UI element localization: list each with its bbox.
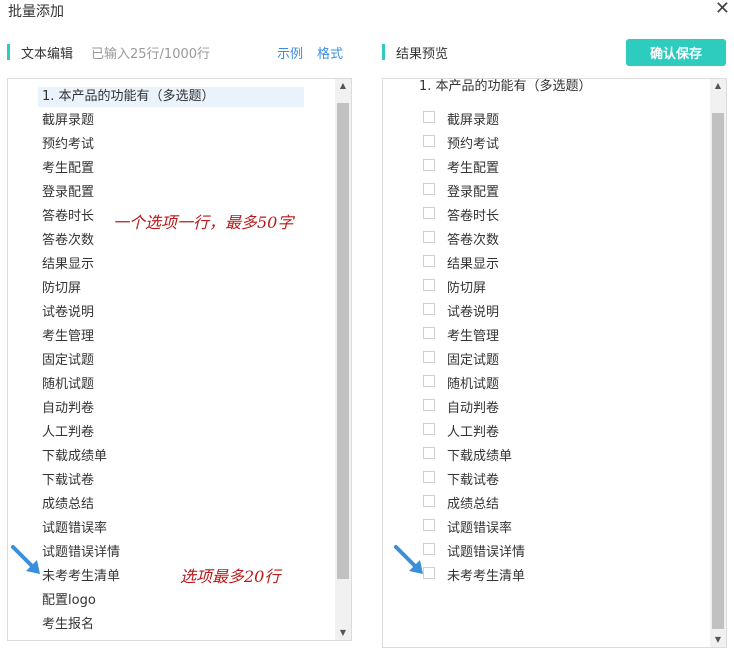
scroll-down-icon[interactable]: ▼ bbox=[335, 626, 351, 640]
option-label: 未考考生清单 bbox=[447, 569, 526, 584]
editor-line: 考生配置 bbox=[42, 161, 95, 176]
dialog-title-bar: 批量添加 ✕ bbox=[0, 0, 734, 22]
editor-line: 防切屏 bbox=[42, 281, 82, 296]
option-label: 试题错误率 bbox=[447, 521, 513, 536]
option-label: 成绩总结 bbox=[447, 497, 500, 512]
editor-line: 截屏录题 bbox=[42, 113, 95, 128]
option-label: 考生管理 bbox=[447, 329, 500, 344]
option-label: 截屏录题 bbox=[447, 113, 500, 128]
option-label: 自动判卷 bbox=[447, 401, 500, 416]
option-checkbox[interactable] bbox=[423, 111, 435, 123]
option-checkbox[interactable] bbox=[423, 423, 435, 435]
preview-question: 1. 本产品的功能有（多选题） bbox=[419, 79, 592, 94]
option-label: 试题错误详情 bbox=[447, 545, 526, 560]
option-checkbox[interactable] bbox=[423, 471, 435, 483]
option-checkbox[interactable] bbox=[423, 135, 435, 147]
option-checkbox[interactable] bbox=[423, 231, 435, 243]
editor-line: 结果显示 bbox=[42, 257, 95, 272]
option-label: 答卷时长 bbox=[447, 209, 500, 224]
editor-line: 登录配置 bbox=[42, 185, 95, 200]
option-label: 人工判卷 bbox=[447, 425, 500, 440]
editor-line: 下载试卷 bbox=[42, 473, 95, 488]
option-checkbox[interactable] bbox=[423, 375, 435, 387]
preview-header: 结果预览 bbox=[382, 42, 602, 62]
option-checkbox[interactable] bbox=[423, 207, 435, 219]
editor-accent-bar bbox=[7, 44, 10, 60]
option-label: 预约考试 bbox=[447, 137, 500, 152]
preview-title: 结果预览 bbox=[396, 47, 449, 62]
option-checkbox[interactable] bbox=[423, 519, 435, 531]
option-checkbox[interactable] bbox=[423, 495, 435, 507]
option-checkbox[interactable] bbox=[423, 279, 435, 291]
pointer-arrow-icon bbox=[394, 545, 423, 574]
close-icon[interactable]: ✕ bbox=[715, 0, 730, 19]
option-label: 结果显示 bbox=[447, 257, 500, 272]
option-label: 答卷次数 bbox=[447, 233, 500, 248]
option-label: 登录配置 bbox=[447, 185, 500, 200]
scroll-up-icon[interactable]: ▲ bbox=[335, 79, 351, 93]
option-label: 下载成绩单 bbox=[447, 449, 513, 464]
editor-line: 固定试题 bbox=[42, 353, 95, 368]
annotation-max-rows: 选项最多20行 bbox=[180, 567, 281, 586]
example-link[interactable]: 示例 bbox=[277, 43, 303, 62]
editor-scrollbar[interactable]: ▲ ▼ bbox=[335, 79, 351, 640]
preview-scrollbar[interactable]: ▲ ▼ bbox=[710, 79, 726, 647]
option-label: 下载试卷 bbox=[447, 473, 500, 488]
option-checkbox[interactable] bbox=[423, 303, 435, 315]
editor-line: 预约考试 bbox=[42, 137, 95, 152]
preview-scroll-thumb[interactable] bbox=[712, 113, 724, 629]
option-checkbox[interactable] bbox=[423, 159, 435, 171]
editor-line: 随机试题 bbox=[42, 377, 95, 392]
editor-header: 文本编辑 已输入25行/1000行 示例 格式 bbox=[7, 42, 357, 62]
editor-line: 试题错误率 bbox=[42, 521, 108, 536]
editor-line: 试题错误详情 bbox=[42, 545, 121, 560]
option-checkbox[interactable] bbox=[423, 399, 435, 411]
editor-line: 配置logo bbox=[42, 593, 96, 608]
text-editor[interactable]: ▲ ▼ 1. 本产品的功能有（多选题） 截屏录题预约考试考生配置登录配置答卷时长答… bbox=[7, 78, 352, 641]
editor-line: 试卷说明 bbox=[42, 305, 95, 320]
line-count: 已输入25行/1000行 bbox=[91, 47, 211, 62]
option-checkbox[interactable] bbox=[423, 255, 435, 267]
option-label: 考生配置 bbox=[447, 161, 500, 176]
option-label: 随机试题 bbox=[447, 377, 500, 392]
option-label: 试卷说明 bbox=[447, 305, 500, 320]
editor-line: 答卷次数 bbox=[42, 233, 95, 248]
editor-title: 文本编辑 bbox=[21, 47, 74, 62]
option-label: 固定试题 bbox=[447, 353, 500, 368]
editor-line: 成绩总结 bbox=[42, 497, 95, 512]
option-checkbox[interactable] bbox=[423, 351, 435, 363]
annotation-one-per-line: 一个选项一行，最多50字 bbox=[113, 213, 294, 232]
preview-accent-bar bbox=[382, 44, 385, 60]
result-preview: 1. 本产品的功能有（多选题） ▲ ▼ 截屏录题预约考试考生配置登录配置答卷时长… bbox=[382, 78, 727, 648]
scroll-down-icon[interactable]: ▼ bbox=[710, 633, 726, 647]
dialog-title: 批量添加 bbox=[8, 4, 64, 20]
editor-line: 人工判卷 bbox=[42, 425, 95, 440]
option-checkbox[interactable] bbox=[423, 183, 435, 195]
editor-line: 答卷时长 bbox=[42, 209, 95, 224]
editor-line: 下载成绩单 bbox=[42, 449, 108, 464]
editor-line: 未考考生清单 bbox=[42, 569, 121, 584]
format-link[interactable]: 格式 bbox=[317, 43, 343, 62]
editor-line: 考生报名 bbox=[42, 617, 95, 632]
option-checkbox[interactable] bbox=[423, 327, 435, 339]
editor-line: 自动判卷 bbox=[42, 401, 95, 416]
scroll-up-icon[interactable]: ▲ bbox=[710, 79, 726, 93]
option-checkbox[interactable] bbox=[423, 447, 435, 459]
editor-line-question: 1. 本产品的功能有（多选题） bbox=[38, 87, 304, 107]
editor-line: 考生管理 bbox=[42, 329, 95, 344]
option-label: 防切屏 bbox=[447, 281, 487, 296]
editor-scroll-thumb[interactable] bbox=[337, 103, 349, 579]
pointer-arrow-icon bbox=[11, 545, 40, 574]
confirm-save-button[interactable]: 确认保存 bbox=[626, 39, 726, 66]
